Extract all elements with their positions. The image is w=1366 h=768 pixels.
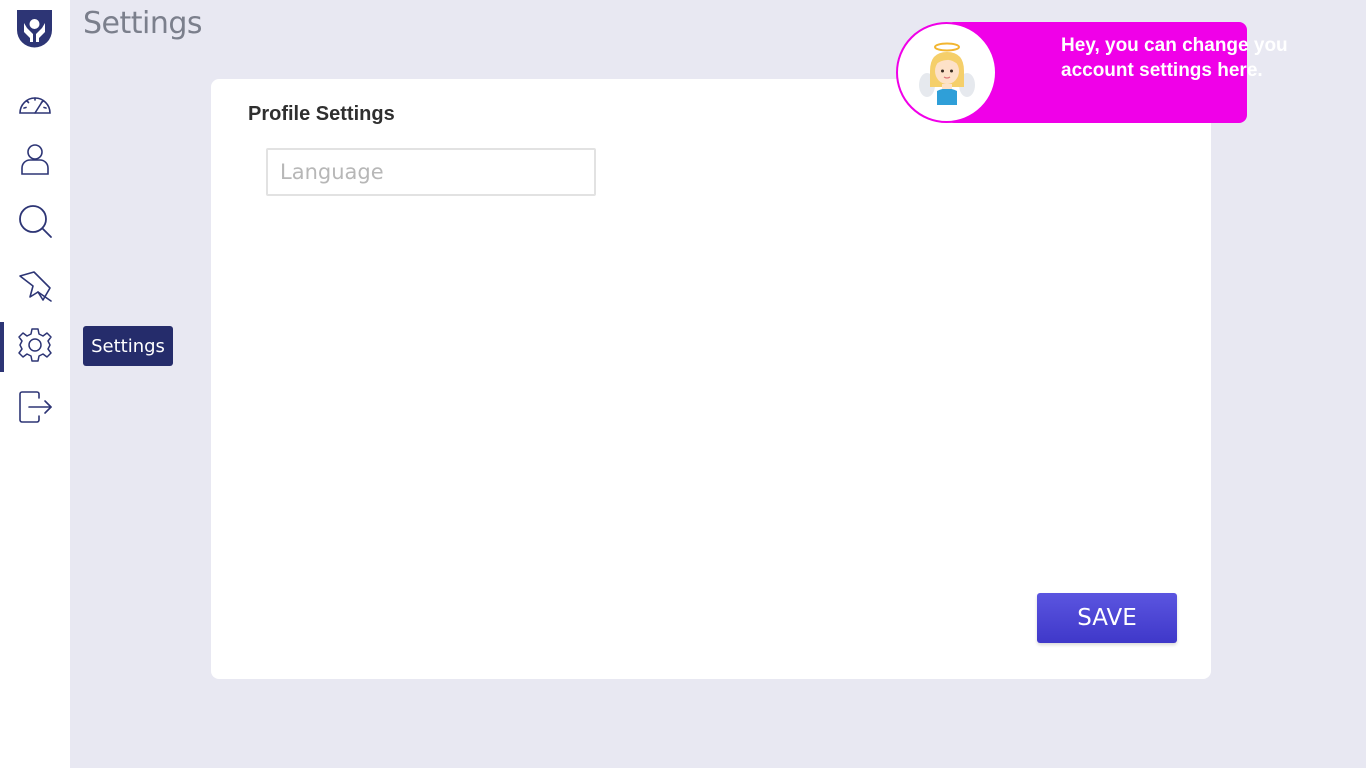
- user-icon: [17, 140, 53, 181]
- save-button[interactable]: SAVE: [1037, 593, 1177, 643]
- nav-settings[interactable]: [0, 322, 70, 372]
- nav-profile[interactable]: [0, 135, 70, 185]
- logout-icon: [17, 389, 53, 430]
- assistant-message: Hey, you can change you account settings…: [1061, 35, 1288, 81]
- nav-logout[interactable]: [0, 384, 70, 434]
- page-title: Settings: [83, 6, 203, 41]
- assistant-popup: Hey, you can change you account settings…: [896, 22, 1288, 123]
- app-logo[interactable]: [15, 10, 54, 50]
- pin-icon: [17, 267, 53, 308]
- nav-dashboard[interactable]: [0, 79, 70, 129]
- language-input[interactable]: [266, 148, 596, 196]
- gear-icon: [17, 327, 53, 368]
- profile-settings-title: Profile Settings: [248, 103, 395, 125]
- search-icon: [17, 203, 53, 244]
- sidebar: [0, 0, 70, 768]
- nav-pinned[interactable]: [0, 262, 70, 312]
- dashboard-gauge-icon: [17, 84, 53, 125]
- profile-settings-card: Profile Settings SAVE: [211, 79, 1211, 679]
- angel-avatar: [896, 22, 997, 123]
- nav-search[interactable]: [0, 198, 70, 248]
- settings-tooltip: Settings: [83, 326, 173, 366]
